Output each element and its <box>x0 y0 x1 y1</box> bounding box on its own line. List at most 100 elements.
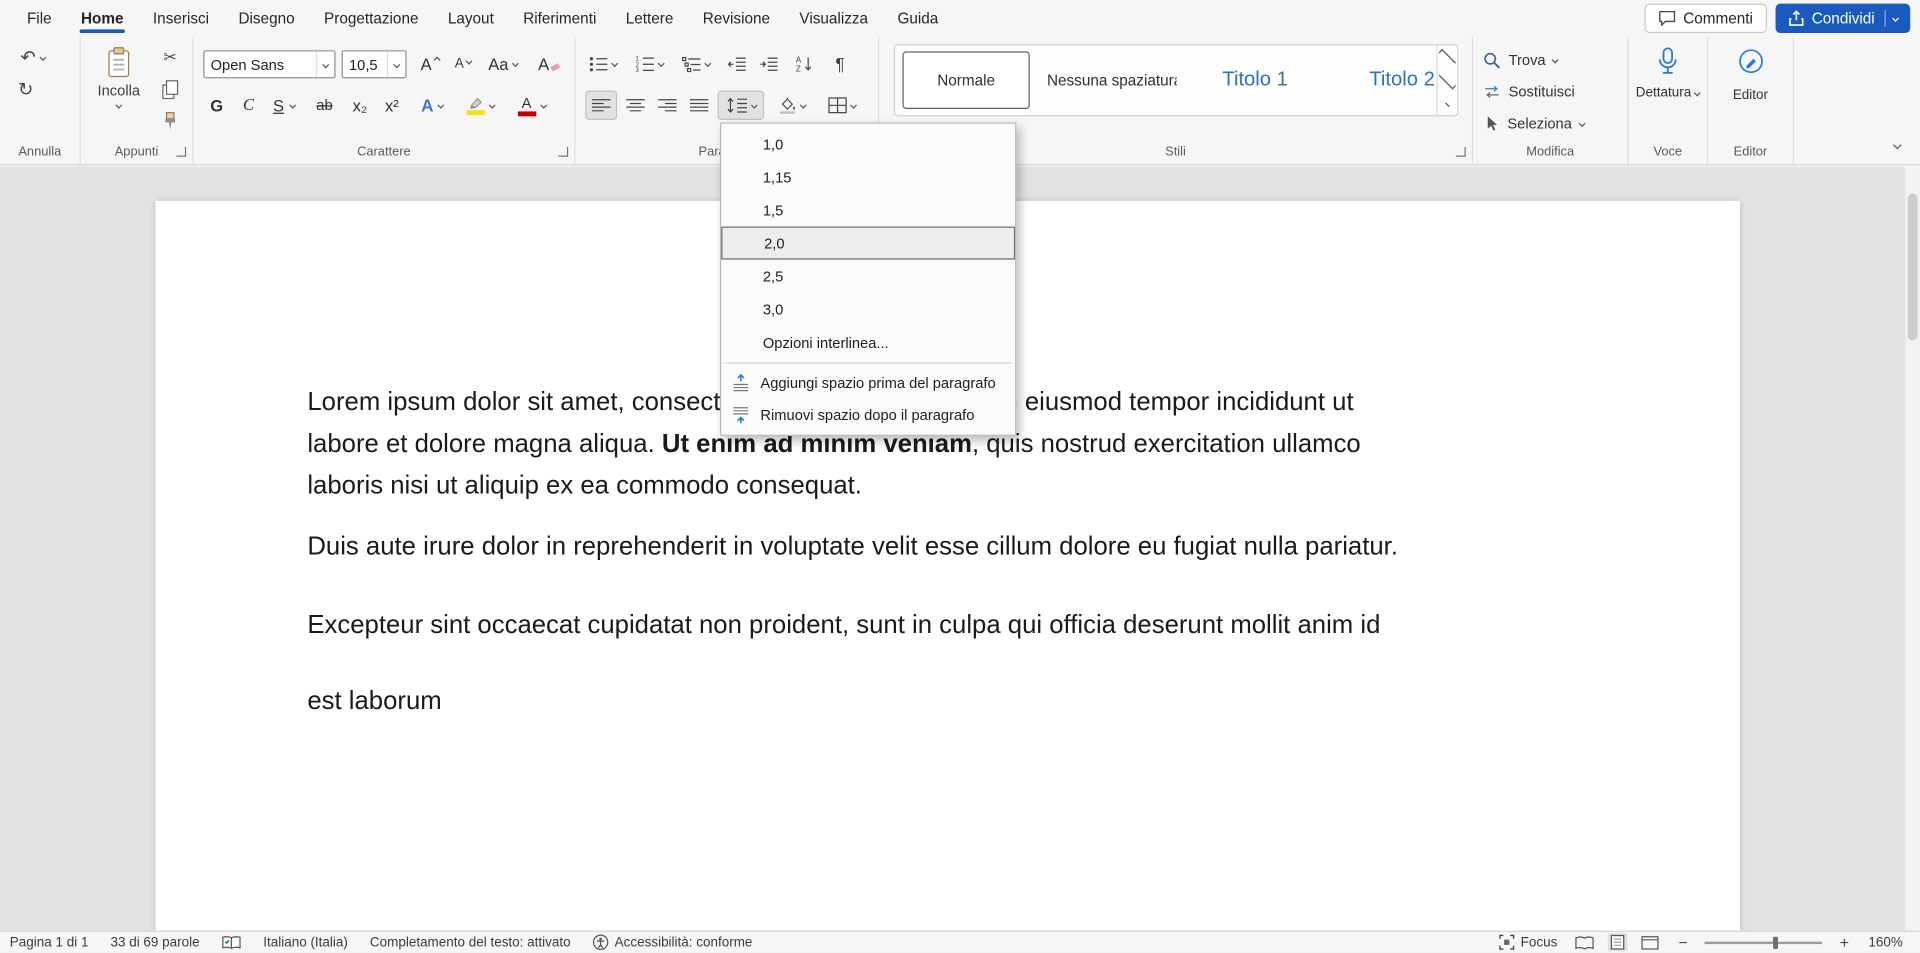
subscript-button[interactable]: x₂ <box>345 91 374 120</box>
print-layout-button[interactable] <box>1608 933 1628 951</box>
menu-item-1-0[interactable]: 1,0 <box>721 127 1015 160</box>
select-icon <box>1483 115 1500 132</box>
underline-button[interactable]: S <box>264 91 303 120</box>
comments-button[interactable]: Commenti <box>1644 4 1766 33</box>
tab-home[interactable]: Home <box>66 0 138 37</box>
menu-item-remove-space-after[interactable]: Rimuovi spazio dopo il paragrafo <box>721 399 1015 431</box>
select-button[interactable]: Seleziona <box>1483 110 1584 137</box>
grow-font-button[interactable]: A <box>414 49 446 78</box>
replace-button[interactable]: Sostituisci <box>1483 78 1575 105</box>
zoom-out-button[interactable]: − <box>1676 933 1690 951</box>
multilevel-list-button[interactable] <box>676 49 715 78</box>
undo-button[interactable]: ↶ <box>10 43 57 72</box>
tab-revisione[interactable]: Revisione <box>688 0 785 37</box>
remove-space-after-icon <box>731 405 751 425</box>
increase-indent-button[interactable] <box>754 49 783 78</box>
tab-progettazione[interactable]: Progettazione <box>309 0 433 37</box>
menu-item-2-0[interactable]: 2,0 <box>721 227 1015 260</box>
dialog-launcher-icon[interactable] <box>1456 147 1466 157</box>
tab-inserisci[interactable]: Inserisci <box>138 0 224 37</box>
gallery-scroll-down-button[interactable] <box>1438 69 1458 92</box>
read-mode-button[interactable] <box>1572 934 1596 951</box>
language-indicator[interactable]: Italiano (Italia) <box>263 935 348 950</box>
gallery-expand-button[interactable] <box>1438 92 1458 115</box>
accessibility-status[interactable]: Accessibilità: conforme <box>593 934 753 950</box>
menu-item-2-5[interactable]: 2,5 <box>721 260 1015 293</box>
decrease-indent-button[interactable] <box>722 49 751 78</box>
strikethrough-button[interactable]: ab <box>309 91 341 120</box>
borders-button[interactable] <box>818 91 865 120</box>
align-right-button[interactable] <box>651 91 683 120</box>
clear-formatting-button[interactable]: A <box>531 49 565 78</box>
cut-button[interactable]: ✂ <box>154 43 186 72</box>
find-button[interactable]: Trova <box>1483 47 1558 74</box>
change-case-button[interactable]: Aa <box>482 49 524 78</box>
zoom-slider-track <box>1705 942 1823 944</box>
font-name-combo[interactable]: Open Sans <box>203 50 335 78</box>
gallery-scroll-up-button[interactable] <box>1438 45 1458 68</box>
dictate-button[interactable] <box>1629 47 1707 76</box>
chevron-down-icon <box>512 60 519 67</box>
underline-icon: S <box>273 96 284 114</box>
zoom-level[interactable]: 160% <box>1866 935 1903 950</box>
dictate-label-row[interactable]: Dettatura <box>1629 86 1707 101</box>
menu-item-1-5[interactable]: 1,5 <box>721 193 1015 226</box>
focus-button[interactable]: Focus <box>1499 934 1558 950</box>
format-painter-button[interactable] <box>154 107 186 136</box>
editor-button[interactable] <box>1708 48 1792 75</box>
shading-button[interactable] <box>769 91 813 120</box>
chevron-down-icon <box>1694 90 1701 97</box>
dialog-launcher-icon[interactable] <box>176 147 186 157</box>
justify-button[interactable] <box>683 91 715 120</box>
tab-lettere[interactable]: Lettere <box>611 0 688 37</box>
bold-button[interactable]: G <box>203 91 230 120</box>
superscript-button[interactable]: x² <box>377 91 406 120</box>
scrollbar-thumb[interactable] <box>1908 193 1918 340</box>
proofing-icon[interactable] <box>222 935 242 950</box>
tab-layout[interactable]: Layout <box>433 0 508 37</box>
style-titolo-1[interactable]: Titolo 1 <box>1187 51 1324 109</box>
styles-gallery-items: NormaleNessuna spaziaturaTitolo 1Titolo … <box>895 45 1436 115</box>
style-titolo-2[interactable]: Titolo 2 <box>1333 51 1436 109</box>
style-nessuna-spaziatura[interactable]: Nessuna spaziatura <box>1040 51 1177 109</box>
style-normale[interactable]: Normale <box>902 51 1029 109</box>
page-indicator[interactable]: Pagina 1 di 1 <box>10 935 89 950</box>
dialog-launcher-icon[interactable] <box>558 147 568 157</box>
sort-button[interactable]: AZ <box>789 49 821 78</box>
tab-disegno[interactable]: Disegno <box>224 0 310 37</box>
menu-item-1-15[interactable]: 1,15 <box>721 160 1015 193</box>
zoom-in-button[interactable]: + <box>1837 933 1851 951</box>
text-effects-button[interactable]: A <box>414 91 451 120</box>
menu-item-add-space-before[interactable]: Aggiungi spazio prima del paragrafo <box>721 367 1015 399</box>
tab-file[interactable]: File <box>12 0 66 37</box>
web-layout-button[interactable] <box>1638 934 1661 951</box>
menu-item-3-0[interactable]: 3,0 <box>721 293 1015 326</box>
collapse-ribbon-button[interactable] <box>1894 132 1900 154</box>
align-left-button[interactable] <box>585 91 617 120</box>
show-formatting-button[interactable]: ¶ <box>825 49 854 78</box>
shrink-font-button[interactable]: A <box>448 49 477 78</box>
line-spacing-button[interactable] <box>718 91 765 120</box>
text-completion-status[interactable]: Completamento del testo: attivato <box>370 935 571 950</box>
highlight-button[interactable] <box>458 91 502 120</box>
bullets-button[interactable] <box>583 49 622 78</box>
font-color-button[interactable]: A <box>509 91 553 120</box>
tab-visualizza[interactable]: Visualizza <box>785 0 883 37</box>
tab-guida[interactable]: Guida <box>883 0 953 37</box>
font-size-combo[interactable]: 10,5 <box>342 50 407 78</box>
copy-button[interactable] <box>154 75 186 104</box>
vertical-scrollbar[interactable] <box>1904 167 1920 931</box>
italic-button[interactable]: C <box>235 91 262 120</box>
word-count[interactable]: 33 di 69 parole <box>110 935 199 950</box>
strikethrough-icon: ab <box>316 97 332 114</box>
word-window: FileHomeInserisciDisegnoProgettazioneLay… <box>0 0 1920 953</box>
share-button[interactable]: Condividi <box>1775 4 1910 33</box>
align-center-button[interactable] <box>620 91 652 120</box>
redo-button[interactable]: ↻ <box>10 75 42 104</box>
zoom-slider-thumb[interactable] <box>1773 936 1778 948</box>
tab-riferimenti[interactable]: Riferimenti <box>509 0 612 37</box>
numbering-button[interactable]: 123 <box>629 49 668 78</box>
zoom-slider[interactable] <box>1705 935 1823 950</box>
paste-button[interactable]: Incolla <box>91 42 147 150</box>
menu-item-opzioni-interlinea[interactable]: Opzioni interlinea... <box>721 326 1015 359</box>
